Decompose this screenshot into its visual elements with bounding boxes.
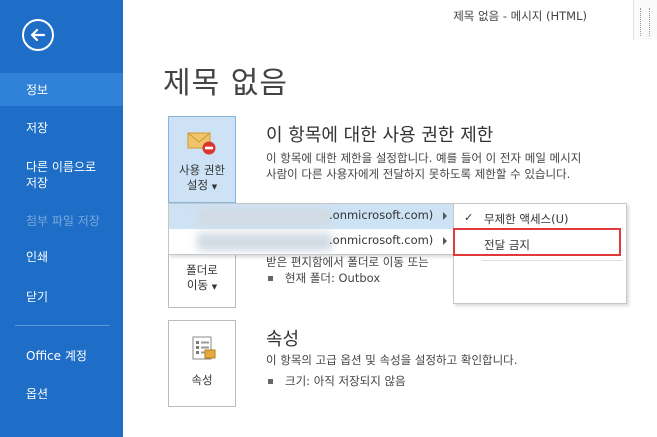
restricted-envelope-icon [187, 132, 216, 155]
check-icon: ✓ [464, 211, 474, 224]
permission-button-label: 사용 권한 [179, 163, 225, 177]
nav-item-print[interactable]: 인쇄 [0, 249, 123, 265]
move-button-label-2: 이동 [186, 278, 209, 292]
submenu-arrow-icon [443, 212, 447, 220]
permission-button[interactable]: 사용 권한 설정 ▼ [168, 116, 236, 203]
properties-button[interactable]: 속성 [168, 320, 236, 407]
permission-button-label-2: 설정 [186, 178, 209, 192]
properties-icon [192, 336, 216, 360]
permission-submenu: ✓ 무제한 액세스(U) 전달 금지 [453, 203, 627, 304]
size-info: 크기: 아직 저장되지 않음 [268, 373, 406, 389]
nav-item-options[interactable]: 옵션 [0, 386, 123, 402]
properties-heading: 속성 [266, 329, 300, 350]
account-suffix-1: .onmicrosoft.com) [329, 208, 434, 222]
submenu-divider [482, 260, 622, 261]
nav-item-close[interactable]: 닫기 [0, 289, 123, 305]
redacted-account [197, 233, 332, 251]
account-suffix-2: .onmicrosoft.com) [329, 233, 434, 247]
current-folder: 현재 폴더: Outbox [268, 270, 380, 286]
move-button-label: 폴더로 [186, 263, 218, 277]
redacted-account [197, 208, 332, 226]
nav-divider [15, 325, 110, 326]
nav-item-save[interactable]: 저장 [0, 120, 123, 136]
chevron-down-icon: ▼ [211, 283, 218, 291]
menu-account-1[interactable]: .onmicrosoft.com) [169, 204, 455, 229]
move-desc: 받은 편지함에서 폴더로 이동 또는 [266, 255, 429, 269]
nav-item-save-as[interactable]: 다른 이름으로 저장 [0, 159, 123, 191]
submenu-do-not-forward[interactable]: 전달 금지 [454, 232, 626, 256]
chevron-down-icon: ▼ [211, 183, 218, 191]
submenu-arrow-icon [443, 237, 447, 245]
current-folder-text: 현재 폴더: Outbox [285, 271, 381, 285]
scrollbar[interactable] [633, 0, 657, 40]
arrow-left-icon [30, 28, 46, 42]
properties-desc: 이 항목의 고급 옵션 및 속성을 설정하고 확인합니다. [266, 353, 518, 367]
back-button[interactable] [22, 19, 54, 51]
submenu-unrestricted-access[interactable]: ✓ 무제한 액세스(U) [454, 206, 626, 230]
menu-account-2[interactable]: .onmicrosoft.com) [169, 229, 455, 254]
size-text: 크기: 아직 저장되지 않음 [285, 374, 406, 388]
permission-desc-2: 사람이 다른 사용자에게 전달하지 못하도록 제한할 수 있습니다. [266, 167, 571, 181]
permission-desc-1: 이 항목에 대한 제한을 설정합니다. 예를 들어 이 전자 메일 메시지 [266, 151, 582, 165]
nav-item-info[interactable]: 정보 [0, 73, 123, 106]
window-title: 제목 없음 - 메시지 (HTML) [453, 9, 587, 23]
backstage-nav: 정보 저장 다른 이름으로 저장 첨부 파일 저장 인쇄 닫기 Office 계… [0, 0, 123, 437]
submenu-item-label: 무제한 액세스(U) [484, 212, 569, 226]
page-title: 제목 없음 [163, 66, 288, 101]
nav-item-save-attachments: 첨부 파일 저장 [26, 214, 100, 228]
nav-item-office-account[interactable]: Office 계정 [0, 348, 123, 364]
permission-account-menu: .onmicrosoft.com) .onmicrosoft.com) [168, 203, 456, 255]
submenu-item-label: 전달 금지 [484, 238, 530, 252]
permission-heading: 이 항목에 대한 사용 권한 제한 [266, 125, 494, 146]
properties-button-label: 속성 [191, 373, 213, 387]
